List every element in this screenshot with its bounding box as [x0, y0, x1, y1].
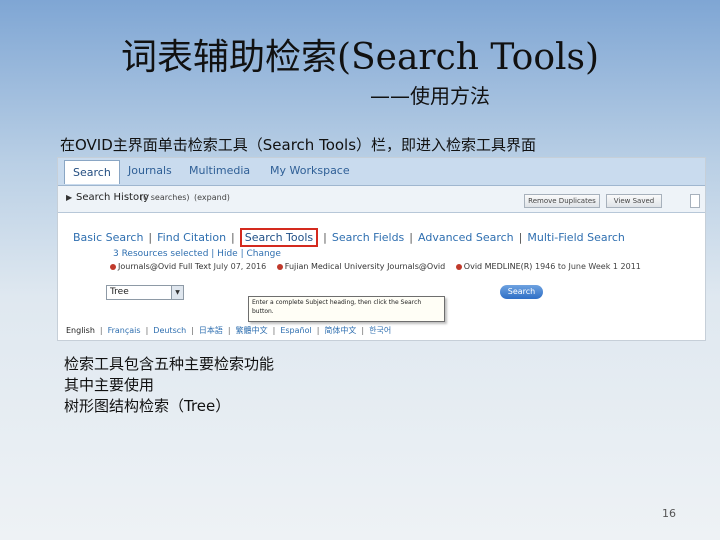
database-name: Ovid MEDLINE(R) [463, 262, 533, 271]
tab-separator: | [148, 231, 153, 244]
tab-multimedia[interactable]: Multimedia [189, 164, 250, 177]
note-line: 树形图结构检索（Tree） [64, 397, 231, 415]
slide-subtitle: ——使用方法 [370, 84, 490, 108]
lang-traditional-chinese[interactable]: 繁體中文 [236, 325, 268, 336]
lang-japanese[interactable]: 日本語 [199, 325, 223, 336]
lang-spanish[interactable]: Español [280, 326, 311, 335]
lang-separator: | [145, 326, 149, 335]
language-bar: English | Français | Deutsch | 日本語 | 繁體中文 | Españo… [66, 325, 391, 336]
lang-korean[interactable]: 한국어 [369, 325, 391, 336]
lang-french[interactable]: Français [108, 326, 141, 335]
tab-journals[interactable]: Journals [128, 164, 172, 177]
tab-separator: | [323, 231, 327, 244]
remove-duplicates-button[interactable]: Remove Duplicates [524, 194, 600, 208]
database-item: Journals@Ovid Full Text July 07, 2016 [110, 262, 266, 271]
search-mode-tabs: Basic Search | Find Citation | Search Tools |… [73, 228, 625, 247]
note-line: 检索工具包含五种主要检索功能 [64, 355, 275, 373]
search-tool-tooltip: Enter a complete Subject heading, then c… [248, 296, 445, 322]
lang-simplified-chinese[interactable]: 简体中文 [324, 325, 356, 336]
search-history-label[interactable]: Search History [76, 192, 149, 203]
tab-search[interactable]: Search [64, 160, 120, 184]
lang-separator: | [361, 326, 365, 335]
database-item: Fujian Medical University Journals@Ovid [276, 262, 446, 271]
search-tool-select[interactable]: Tree ▼ [106, 285, 184, 300]
database-item: Ovid MEDLINE(R) 1946 to June Week 1 2011 [455, 262, 641, 271]
tab-separator: | [518, 231, 523, 244]
search-tool-select-value: Tree [110, 287, 129, 297]
tab-basic-search[interactable]: Basic Search [73, 231, 143, 244]
slide-title: 词表辅助检索(Search Tools) [120, 37, 600, 78]
tab-search-fields[interactable]: Search Fields [332, 231, 404, 244]
database-list: Journals@Ovid Full Text July 07, 2016 Fu… [110, 262, 649, 271]
slide-notes: 检索工具包含五种主要检索功能 其中主要使用 树形图结构检索（Tree） [64, 354, 274, 417]
lang-separator: | [99, 326, 103, 335]
resources-selected-link[interactable]: 3 Resources selected [113, 249, 208, 259]
lang-separator: | [316, 326, 320, 335]
database-icon [110, 263, 116, 270]
note-line: 其中主要使用 [64, 376, 155, 394]
lang-english[interactable]: English [66, 326, 95, 335]
database-range: 1946 to June Week 1 2011 [534, 262, 641, 271]
ovid-screenshot: Search Journals Multimedia My Workspace … [57, 157, 706, 341]
lang-separator: | [191, 326, 194, 335]
database-range: July 07, 2016 [213, 262, 267, 271]
resources-line: 3 Resources selected | Hide | Change [113, 249, 281, 259]
view-saved-button[interactable]: View Saved [606, 194, 662, 208]
tab-find-citation[interactable]: Find Citation [157, 231, 226, 244]
chevron-down-icon[interactable]: ▼ [171, 286, 183, 299]
tab-separator: | [231, 231, 235, 244]
database-name: Journals@Ovid Full Text [118, 262, 212, 271]
lang-german[interactable]: Deutsch [153, 326, 186, 335]
change-link[interactable]: Change [246, 249, 280, 259]
history-field-box[interactable] [690, 194, 700, 208]
tab-my-workspace[interactable]: My Workspace [270, 164, 350, 177]
lang-separator: | [272, 326, 276, 335]
search-history-expand-link[interactable]: (expand) [194, 193, 230, 202]
tab-search-tools[interactable]: Search Tools [239, 228, 319, 247]
lang-separator: | [227, 326, 231, 335]
database-icon [455, 263, 462, 270]
tab-multi-field-search[interactable]: Multi-Field Search [527, 231, 625, 244]
search-history-count: (0 searches) [140, 193, 190, 202]
tab-separator: | [409, 231, 414, 244]
tab-advanced-search[interactable]: Advanced Search [418, 231, 514, 244]
database-name: Fujian Medical University Journals@Ovid [284, 262, 446, 271]
database-icon [276, 263, 283, 270]
page-number: 16 [662, 507, 676, 520]
search-history-bar: ▶ Search History (0 searches) (expand) R… [58, 186, 705, 213]
search-button[interactable]: Search [500, 285, 543, 299]
expand-triangle-icon[interactable]: ▶ [66, 193, 72, 202]
ovid-top-nav: Search Journals Multimedia My Workspace [58, 158, 705, 186]
hide-link[interactable]: Hide [217, 249, 238, 259]
slide-caption: 在OVID主界面单击检索工具（Search Tools）栏，即进入检索工具界面 [60, 136, 537, 154]
